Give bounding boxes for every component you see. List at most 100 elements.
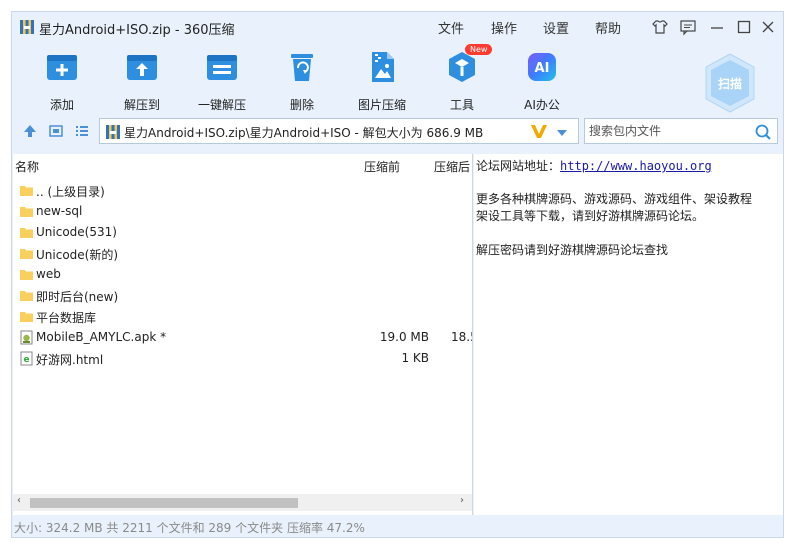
file-row[interactable]: 平台数据库 xyxy=(13,306,472,327)
window-frame: 星力Android+ISO.zip - 360压缩 文件 操作 设置 帮助 添加… xyxy=(11,11,784,538)
window-title: 星力Android+ISO.zip - 360压缩 xyxy=(39,23,235,38)
comment-line-2: 更多各种棋牌源码、游戏源码、游戏组件、架设教程 xyxy=(476,192,753,206)
column-header-name[interactable]: 名称 xyxy=(15,158,39,175)
folder-icon xyxy=(19,288,34,303)
one-click-extract-icon xyxy=(205,50,239,84)
file-size: 19.0 MB xyxy=(379,330,429,344)
extract-to-button[interactable]: 解压到 xyxy=(102,50,182,113)
search-box xyxy=(584,118,778,144)
app-window: 星力Android+ISO.zip - 360压缩 文件 操作 设置 帮助 添加… xyxy=(0,0,794,548)
one-click-extract-label: 一键解压 xyxy=(197,98,246,112)
scroll-left-icon[interactable]: ‹ xyxy=(17,495,21,506)
file-row[interactable]: new-sql xyxy=(13,201,472,222)
status-text: 大小: 324.2 MB 共 2211 个文件和 289 个文件夹 压缩率 47… xyxy=(14,521,365,535)
close-icon[interactable] xyxy=(759,18,777,36)
add-label: 添加 xyxy=(49,98,74,112)
column-header-size[interactable]: 压缩前 xyxy=(364,158,400,175)
tools-icon: New xyxy=(445,44,493,84)
comment-line-4: 解压密码请到好游棋牌源码论坛查找 xyxy=(476,243,669,257)
address-path: 星力Android+ISO.zip\星力Android+ISO - 解包大小为 … xyxy=(124,126,484,140)
ai-office-button[interactable]: AI AI办公 xyxy=(502,50,582,113)
svg-text:e: e xyxy=(23,355,29,365)
file-row[interactable]: 即时后台(new) xyxy=(13,285,472,306)
scan-label: 扫描 xyxy=(718,76,742,91)
menu-action[interactable]: 操作 xyxy=(491,18,517,37)
menu-help[interactable]: 帮助 xyxy=(595,18,621,37)
file-size: 1 KB xyxy=(401,351,429,365)
file-name: new-sql xyxy=(36,204,83,218)
skin-icon[interactable] xyxy=(651,18,669,36)
file-row[interactable]: Unicode(531) xyxy=(13,222,472,243)
status-bar: 大小: 324.2 MB 共 2211 个文件和 289 个文件夹 压缩率 47… xyxy=(12,515,783,537)
file-packed-size: 18.5 xyxy=(451,330,472,344)
image-compress-icon xyxy=(365,50,399,84)
address-bar[interactable]: 星力Android+ISO.zip\星力Android+ISO - 解包大小为 … xyxy=(99,118,579,144)
scroll-right-icon[interactable]: › xyxy=(460,495,464,506)
file-name: MobileB_AMYLC.apk * xyxy=(36,330,167,344)
thumbnail-view-icon[interactable] xyxy=(48,123,64,139)
app-logo-icon xyxy=(19,19,35,35)
file-name: web xyxy=(36,267,61,281)
file-list-pane: 名称 压缩前 压缩后 .. (上级目录) new-sql Unicode(531… xyxy=(13,154,473,515)
folder-icon xyxy=(19,246,34,261)
archive-comment-pane: 论坛网站地址：http://www.haoyou.org 更多各种棋牌源码、游戏… xyxy=(474,154,783,515)
file-name: .. (上级目录) xyxy=(36,185,105,199)
extract-to-label: 解压到 xyxy=(123,98,160,112)
folder-icon xyxy=(19,225,34,240)
file-row[interactable]: Unicode(新的) xyxy=(13,243,472,264)
scrollbar-thumb[interactable] xyxy=(30,498,298,508)
html-file-icon: e xyxy=(19,351,34,366)
file-row[interactable]: e 好游网.html 1 KB xyxy=(13,348,472,369)
feedback-icon[interactable] xyxy=(679,18,697,36)
file-row-parent[interactable]: .. (上级目录) xyxy=(13,180,472,201)
list-view-icon[interactable] xyxy=(74,123,90,139)
extract-to-icon xyxy=(125,50,159,84)
folder-icon xyxy=(19,183,34,198)
folder-icon xyxy=(19,309,34,324)
menu-settings[interactable]: 设置 xyxy=(543,18,569,37)
apk-file-icon xyxy=(19,330,34,345)
tools-button[interactable]: New 工具 xyxy=(422,44,502,113)
verified-v-icon[interactable] xyxy=(530,122,548,140)
comment-forum-link[interactable]: http://www.haoyou.org xyxy=(560,159,712,173)
tools-label: 工具 xyxy=(449,98,474,112)
search-input[interactable] xyxy=(586,120,746,142)
address-row: 星力Android+ISO.zip\星力Android+ISO - 解包大小为 … xyxy=(12,116,785,146)
file-name: 平台数据库 xyxy=(36,311,97,325)
horizontal-scrollbar[interactable]: ‹ › xyxy=(13,494,472,511)
file-name: 好游网.html xyxy=(36,353,104,367)
delete-label: 删除 xyxy=(289,98,314,112)
ai-office-icon: AI xyxy=(525,50,559,84)
file-row[interactable]: MobileB_AMYLC.apk * 19.0 MB 18.5 xyxy=(13,327,472,348)
new-badge: New xyxy=(465,44,493,55)
file-name: Unicode(新的) xyxy=(36,248,119,262)
image-compress-label: 图片压缩 xyxy=(357,98,406,112)
comment-forum-label: 论坛网站地址： xyxy=(476,159,561,173)
title-bar: 星力Android+ISO.zip - 360压缩 文件 操作 设置 帮助 xyxy=(12,12,785,42)
comment-line-1: 论坛网站地址：http://www.haoyou.org xyxy=(476,157,712,174)
maximize-icon[interactable] xyxy=(735,18,753,36)
delete-icon xyxy=(285,50,319,84)
folder-icon xyxy=(19,204,34,219)
image-compress-button[interactable]: 图片压缩 xyxy=(342,50,422,113)
chevron-down-icon[interactable] xyxy=(556,127,568,137)
add-icon xyxy=(45,50,79,84)
minimize-icon[interactable] xyxy=(708,18,726,36)
up-arrow-icon[interactable] xyxy=(22,123,38,139)
column-header-packed[interactable]: 压缩后 xyxy=(434,158,470,175)
file-row[interactable]: web xyxy=(13,264,472,285)
folder-icon xyxy=(19,267,34,282)
file-name: 即时后台(new) xyxy=(36,290,119,304)
add-button[interactable]: 添加 xyxy=(22,50,102,113)
zip-file-icon xyxy=(105,124,121,140)
delete-button[interactable]: 删除 xyxy=(262,50,342,113)
comment-line-3: 架设工具等下载，请到好游棋牌源码论坛。 xyxy=(476,209,705,223)
file-name: Unicode(531) xyxy=(36,225,117,239)
toolbar: 添加 解压到 一键解压 删除 图片压缩 New 工具 AI AI办公 扫描 xyxy=(12,42,785,114)
ai-office-label: AI办公 xyxy=(524,98,560,112)
search-icon[interactable] xyxy=(754,123,772,141)
one-click-extract-button[interactable]: 一键解压 xyxy=(182,50,262,113)
ai-icon-text: AI xyxy=(535,61,550,76)
menu-file[interactable]: 文件 xyxy=(438,18,464,37)
scan-button[interactable]: 扫描 xyxy=(702,52,758,114)
